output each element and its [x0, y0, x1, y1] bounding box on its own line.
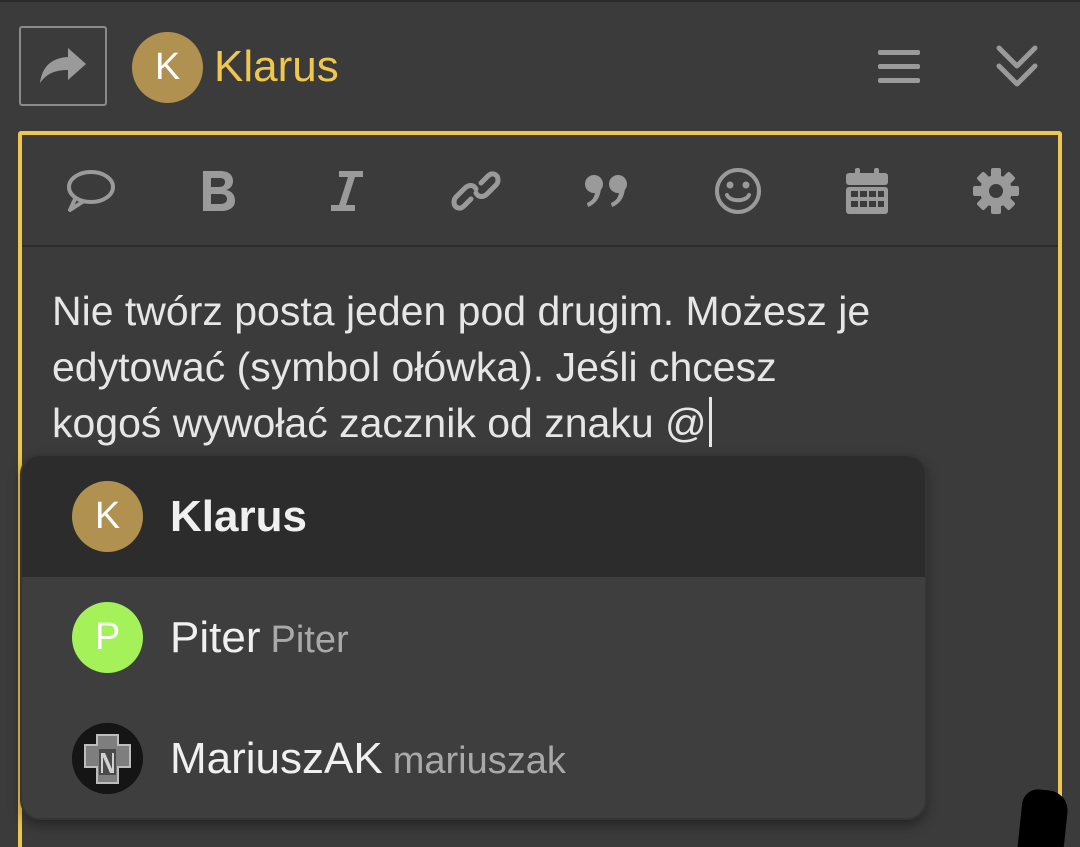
- reply-username[interactable]: Klarus: [214, 40, 339, 94]
- reply-button[interactable]: [19, 26, 107, 106]
- mention-item[interactable]: P Piter Piter: [22, 577, 925, 698]
- reply-arrow-icon: [40, 48, 86, 83]
- mention-autocomplete: K Klarus P Piter Piter MariuszAK mariuszak: [22, 456, 925, 818]
- quote-icon[interactable]: [579, 163, 635, 219]
- username-handle: mariuszak: [392, 739, 566, 782]
- formatting-toolbar: [22, 135, 1058, 247]
- message-text[interactable]: Nie twórz posta jeden pod drugim. Możesz…: [52, 283, 1042, 451]
- display-name: MariuszAK: [170, 733, 383, 783]
- user-avatar: P: [72, 602, 143, 673]
- hamburger-menu-icon[interactable]: [876, 46, 922, 88]
- text-line: Nie twórz posta jeden pod drugim. Możesz…: [52, 288, 871, 334]
- calendar-icon[interactable]: [839, 163, 895, 219]
- username-handle: Piter: [270, 618, 349, 661]
- display-name: Piter: [170, 612, 261, 662]
- avatar-letter: K: [154, 46, 181, 88]
- double-chevron-down-icon[interactable]: [994, 42, 1040, 90]
- text-caret: [708, 397, 712, 447]
- avatar-letter: P: [94, 616, 121, 658]
- mention-item[interactable]: MariuszAK mariuszak: [22, 698, 925, 818]
- mention-name: Klarus: [170, 492, 307, 542]
- avatar-letter: K: [94, 495, 121, 537]
- mention-name: MariuszAK mariuszak: [170, 734, 566, 784]
- text-line: edytować (symbol ołówka). Jeśli chcesz: [52, 344, 777, 390]
- link-icon[interactable]: [448, 163, 504, 219]
- scroll-handle: [1016, 787, 1070, 847]
- bold-icon[interactable]: [190, 163, 246, 219]
- user-avatar: K: [72, 481, 143, 552]
- user-avatar-image: [72, 723, 143, 794]
- top-edge: [0, 0, 1080, 2]
- mention-name: Piter Piter: [170, 613, 349, 663]
- display-name: Klarus: [170, 491, 307, 541]
- italic-icon[interactable]: [319, 163, 375, 219]
- text-line: kogoś wywołać zacznik od znaku @: [52, 395, 1042, 451]
- mention-item[interactable]: K Klarus: [22, 456, 925, 577]
- gear-icon[interactable]: [968, 163, 1024, 219]
- user-avatar[interactable]: K: [132, 32, 203, 103]
- speech-bubble-icon[interactable]: [62, 163, 118, 219]
- emoji-icon[interactable]: [710, 163, 766, 219]
